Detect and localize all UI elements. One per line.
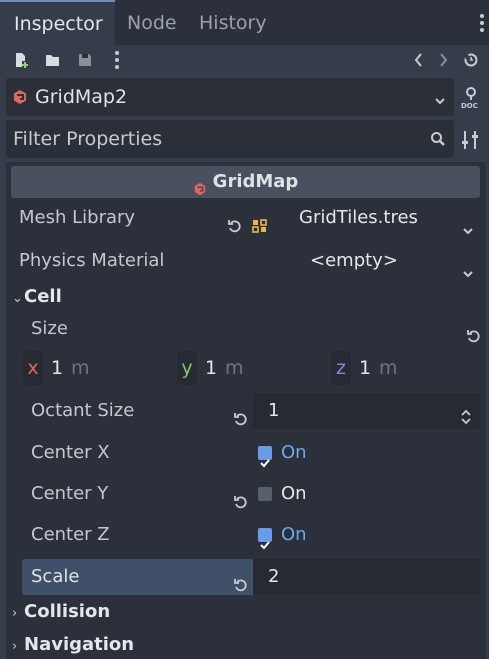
section-label: Collision <box>24 601 111 622</box>
search-icon <box>430 131 446 147</box>
revert-icon[interactable] <box>466 321 482 343</box>
scale-value: 2 <box>268 566 280 587</box>
property-label: Size <box>31 318 68 339</box>
axis-y-label: y <box>177 351 197 385</box>
tab-node[interactable]: Node <box>113 0 193 45</box>
property-label: Center Y <box>31 483 109 504</box>
filter-properties <box>6 120 454 158</box>
size-y-field[interactable]: y 1 m <box>177 351 324 385</box>
tab-menu-icon[interactable] <box>479 12 485 34</box>
property-size: Size <box>6 311 486 347</box>
center-x-state: On <box>281 442 307 463</box>
section-label: Navigation <box>24 634 135 655</box>
property-label: Octant Size <box>31 400 135 421</box>
class-header[interactable]: GridMap <box>11 166 480 198</box>
size-z-value: 1 <box>359 357 372 379</box>
chevron-right-icon: › <box>12 606 18 621</box>
object-history-icon[interactable] <box>460 49 482 71</box>
center-y-checkbox[interactable] <box>258 487 272 501</box>
chevron-down-icon[interactable] <box>462 213 474 235</box>
size-x-unit: m <box>71 357 90 379</box>
property-center-x: Center X On <box>6 434 486 472</box>
revert-icon[interactable] <box>233 403 249 426</box>
property-panel: GridMap Mesh Library GridTiles.tres Phys… <box>6 162 486 659</box>
inspector-toolbar <box>0 45 489 75</box>
center-x-checkbox[interactable] <box>258 446 272 468</box>
spinbox-arrows-icon[interactable] <box>460 402 472 425</box>
property-label: Physics Material <box>19 250 165 271</box>
section-cell[interactable]: ⌄Cell <box>12 283 62 311</box>
chevron-down-icon: ⌄ <box>12 291 23 306</box>
revert-icon[interactable] <box>227 210 243 233</box>
new-resource-icon[interactable] <box>10 49 32 71</box>
history-back-icon[interactable] <box>408 49 430 71</box>
tab-history[interactable]: History <box>185 0 275 45</box>
load-resource-icon[interactable] <box>42 49 64 71</box>
octant-size-spinbox[interactable]: 1 <box>253 393 480 429</box>
section-label: Cell <box>24 286 62 307</box>
property-mesh-library: Mesh Library GridTiles.tres <box>6 199 486 237</box>
save-resource-icon[interactable] <box>74 49 96 71</box>
chevron-down-icon <box>434 91 446 105</box>
chevron-right-icon: › <box>12 639 18 654</box>
center-z-state: On <box>281 524 307 545</box>
revert-icon[interactable] <box>233 486 249 509</box>
center-z-checkbox[interactable] <box>258 528 272 550</box>
dock-tabbar: Inspector Node History <box>0 0 489 45</box>
chevron-down-icon[interactable] <box>462 256 474 278</box>
svg-text:DOC: DOC <box>461 102 478 110</box>
size-y-unit: m <box>225 357 244 379</box>
axis-z-label: z <box>331 351 351 385</box>
section-collision[interactable]: › Collision <box>12 598 110 626</box>
property-center-y: Center Y On <box>6 475 486 513</box>
more-options-icon[interactable] <box>106 49 128 71</box>
gridmap-node-icon <box>12 89 28 105</box>
property-label: Center X <box>31 442 110 463</box>
scale-input[interactable]: 2 <box>253 559 480 595</box>
property-physics-material: Physics Material <empty> <box>6 242 486 280</box>
inspector-tools-icon[interactable] <box>459 127 483 153</box>
property-octant-size: Octant Size 1 <box>6 392 486 430</box>
revert-icon[interactable] <box>233 569 249 592</box>
gridmap-node-icon <box>193 175 207 196</box>
tab-inspector[interactable]: Inspector <box>0 0 115 45</box>
physics-material-value[interactable]: <empty> <box>310 242 398 280</box>
section-navigation[interactable]: › Navigation <box>12 631 134 659</box>
object-name: GridMap2 <box>35 86 128 108</box>
size-z-field[interactable]: z 1 m <box>331 351 478 385</box>
size-y-value: 1 <box>205 357 218 379</box>
open-documentation-icon[interactable]: DOC <box>459 84 483 110</box>
size-x-field[interactable]: x 1 m <box>23 351 170 385</box>
property-label: Mesh Library <box>19 207 136 228</box>
axis-x-label: x <box>23 351 43 385</box>
center-y-state: On <box>281 483 307 504</box>
history-forward-icon[interactable] <box>432 49 454 71</box>
size-z-unit: m <box>379 357 398 379</box>
property-center-z: Center Z On <box>6 516 486 554</box>
class-name: GridMap <box>212 171 299 192</box>
octant-size-value: 1 <box>268 400 280 421</box>
size-x-value: 1 <box>51 357 64 379</box>
mesh-library-value[interactable]: GridTiles.tres <box>299 199 418 237</box>
filter-properties-input[interactable] <box>6 120 416 158</box>
property-scale: Scale 2 <box>6 558 486 596</box>
object-selector[interactable]: GridMap2 <box>6 78 454 116</box>
property-label: Center Z <box>31 524 110 545</box>
mesh-library-resource-icon <box>252 210 268 233</box>
property-label: Scale <box>31 566 80 587</box>
